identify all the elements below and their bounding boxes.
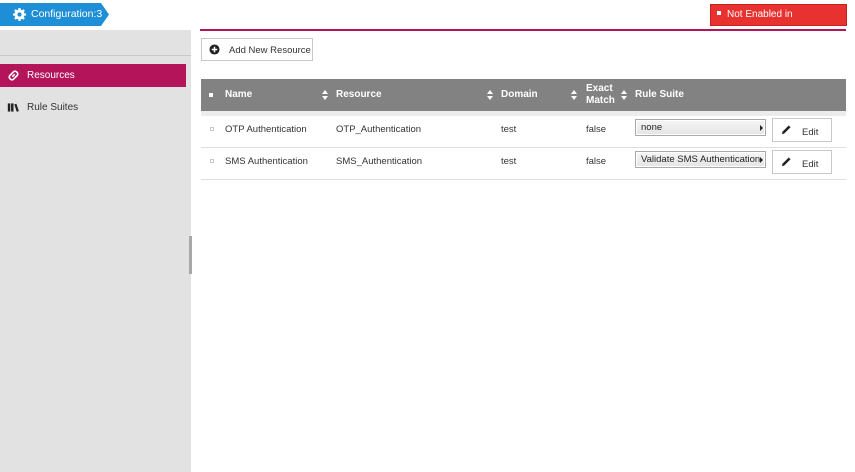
sort-icon[interactable] bbox=[487, 90, 493, 100]
alert-text: Not Enabled in Configuration bbox=[717, 9, 793, 40]
rule-suite-select[interactable]: Validate SMS Authentication bbox=[635, 151, 766, 168]
sort-icon[interactable] bbox=[621, 90, 627, 100]
table-row[interactable]: SMS Authentication SMS_Authentication te… bbox=[201, 148, 846, 180]
caret-right-icon bbox=[760, 125, 763, 131]
rule-suite-select[interactable]: none bbox=[635, 119, 766, 136]
table-header: Name Resource Domain Exact Match Rule Su… bbox=[201, 79, 846, 111]
column-header-name[interactable]: Name bbox=[225, 79, 252, 111]
status-alert-badge[interactable]: Not Enabled in Configuration bbox=[710, 4, 847, 40]
sidebar: Resources Rule Suites bbox=[0, 30, 191, 472]
caret-right-icon bbox=[760, 157, 763, 163]
edit-label: Edit bbox=[802, 159, 819, 170]
add-new-resource-label: Add New Resource bbox=[229, 45, 311, 56]
sidebar-divider bbox=[0, 55, 191, 56]
add-new-resource-button[interactable]: Add New Resource bbox=[201, 38, 313, 61]
edit-label: Edit bbox=[802, 127, 819, 138]
top-bar: Configuration:3 Not Enabled in Configura… bbox=[0, 0, 855, 40]
column-header-domain[interactable]: Domain bbox=[501, 79, 538, 111]
books-icon bbox=[7, 103, 19, 112]
table-row[interactable]: OTP Authentication OTP_Authentication te… bbox=[201, 116, 846, 148]
cell-name: OTP Authentication bbox=[225, 124, 307, 135]
row-checkbox[interactable] bbox=[210, 127, 214, 131]
sort-icon[interactable] bbox=[571, 90, 577, 100]
content-top-rule bbox=[200, 29, 846, 31]
plus-circle-icon bbox=[209, 44, 220, 55]
select-all-checkbox[interactable] bbox=[209, 93, 213, 97]
configuration-tag[interactable]: Configuration:3 bbox=[0, 3, 110, 26]
rule-suite-selected-value: none bbox=[641, 122, 663, 133]
gear-icon bbox=[13, 8, 26, 21]
sidebar-resize-handle[interactable] bbox=[189, 236, 192, 274]
cell-resource: OTP_Authentication bbox=[336, 124, 422, 135]
configuration-label: Configuration:3 bbox=[31, 8, 103, 20]
column-header-exact-match[interactable]: Exact Match bbox=[586, 83, 615, 107]
column-header-rule-suite[interactable]: Rule Suite bbox=[635, 79, 684, 111]
cell-resource: SMS_Authentication bbox=[336, 156, 423, 167]
exact-match-line-2: Match bbox=[586, 95, 615, 106]
cell-exact-match: false bbox=[586, 156, 607, 167]
exact-match-line-1: Exact bbox=[586, 83, 613, 94]
pencil-icon bbox=[781, 157, 791, 167]
sort-icon[interactable] bbox=[322, 90, 328, 100]
cell-exact-match: false bbox=[586, 124, 607, 135]
edit-button[interactable]: Edit bbox=[772, 118, 832, 142]
row-checkbox[interactable] bbox=[210, 159, 214, 163]
cell-name: SMS Authentication bbox=[225, 156, 308, 167]
sidebar-item-label: Resources bbox=[27, 70, 75, 81]
sidebar-item-rule-suites[interactable]: Rule Suites bbox=[0, 96, 186, 119]
link-icon bbox=[8, 70, 19, 81]
rule-suite-selected-value: Validate SMS Authentication bbox=[641, 154, 761, 165]
alert-square-icon bbox=[717, 11, 721, 15]
cell-domain: test bbox=[501, 156, 517, 167]
cell-domain: test bbox=[501, 124, 517, 135]
sidebar-item-label: Rule Suites bbox=[27, 102, 79, 113]
pencil-icon bbox=[781, 125, 791, 135]
edit-button[interactable]: Edit bbox=[772, 150, 832, 174]
sidebar-item-resources[interactable]: Resources bbox=[0, 64, 186, 87]
column-header-resource[interactable]: Resource bbox=[336, 79, 382, 111]
